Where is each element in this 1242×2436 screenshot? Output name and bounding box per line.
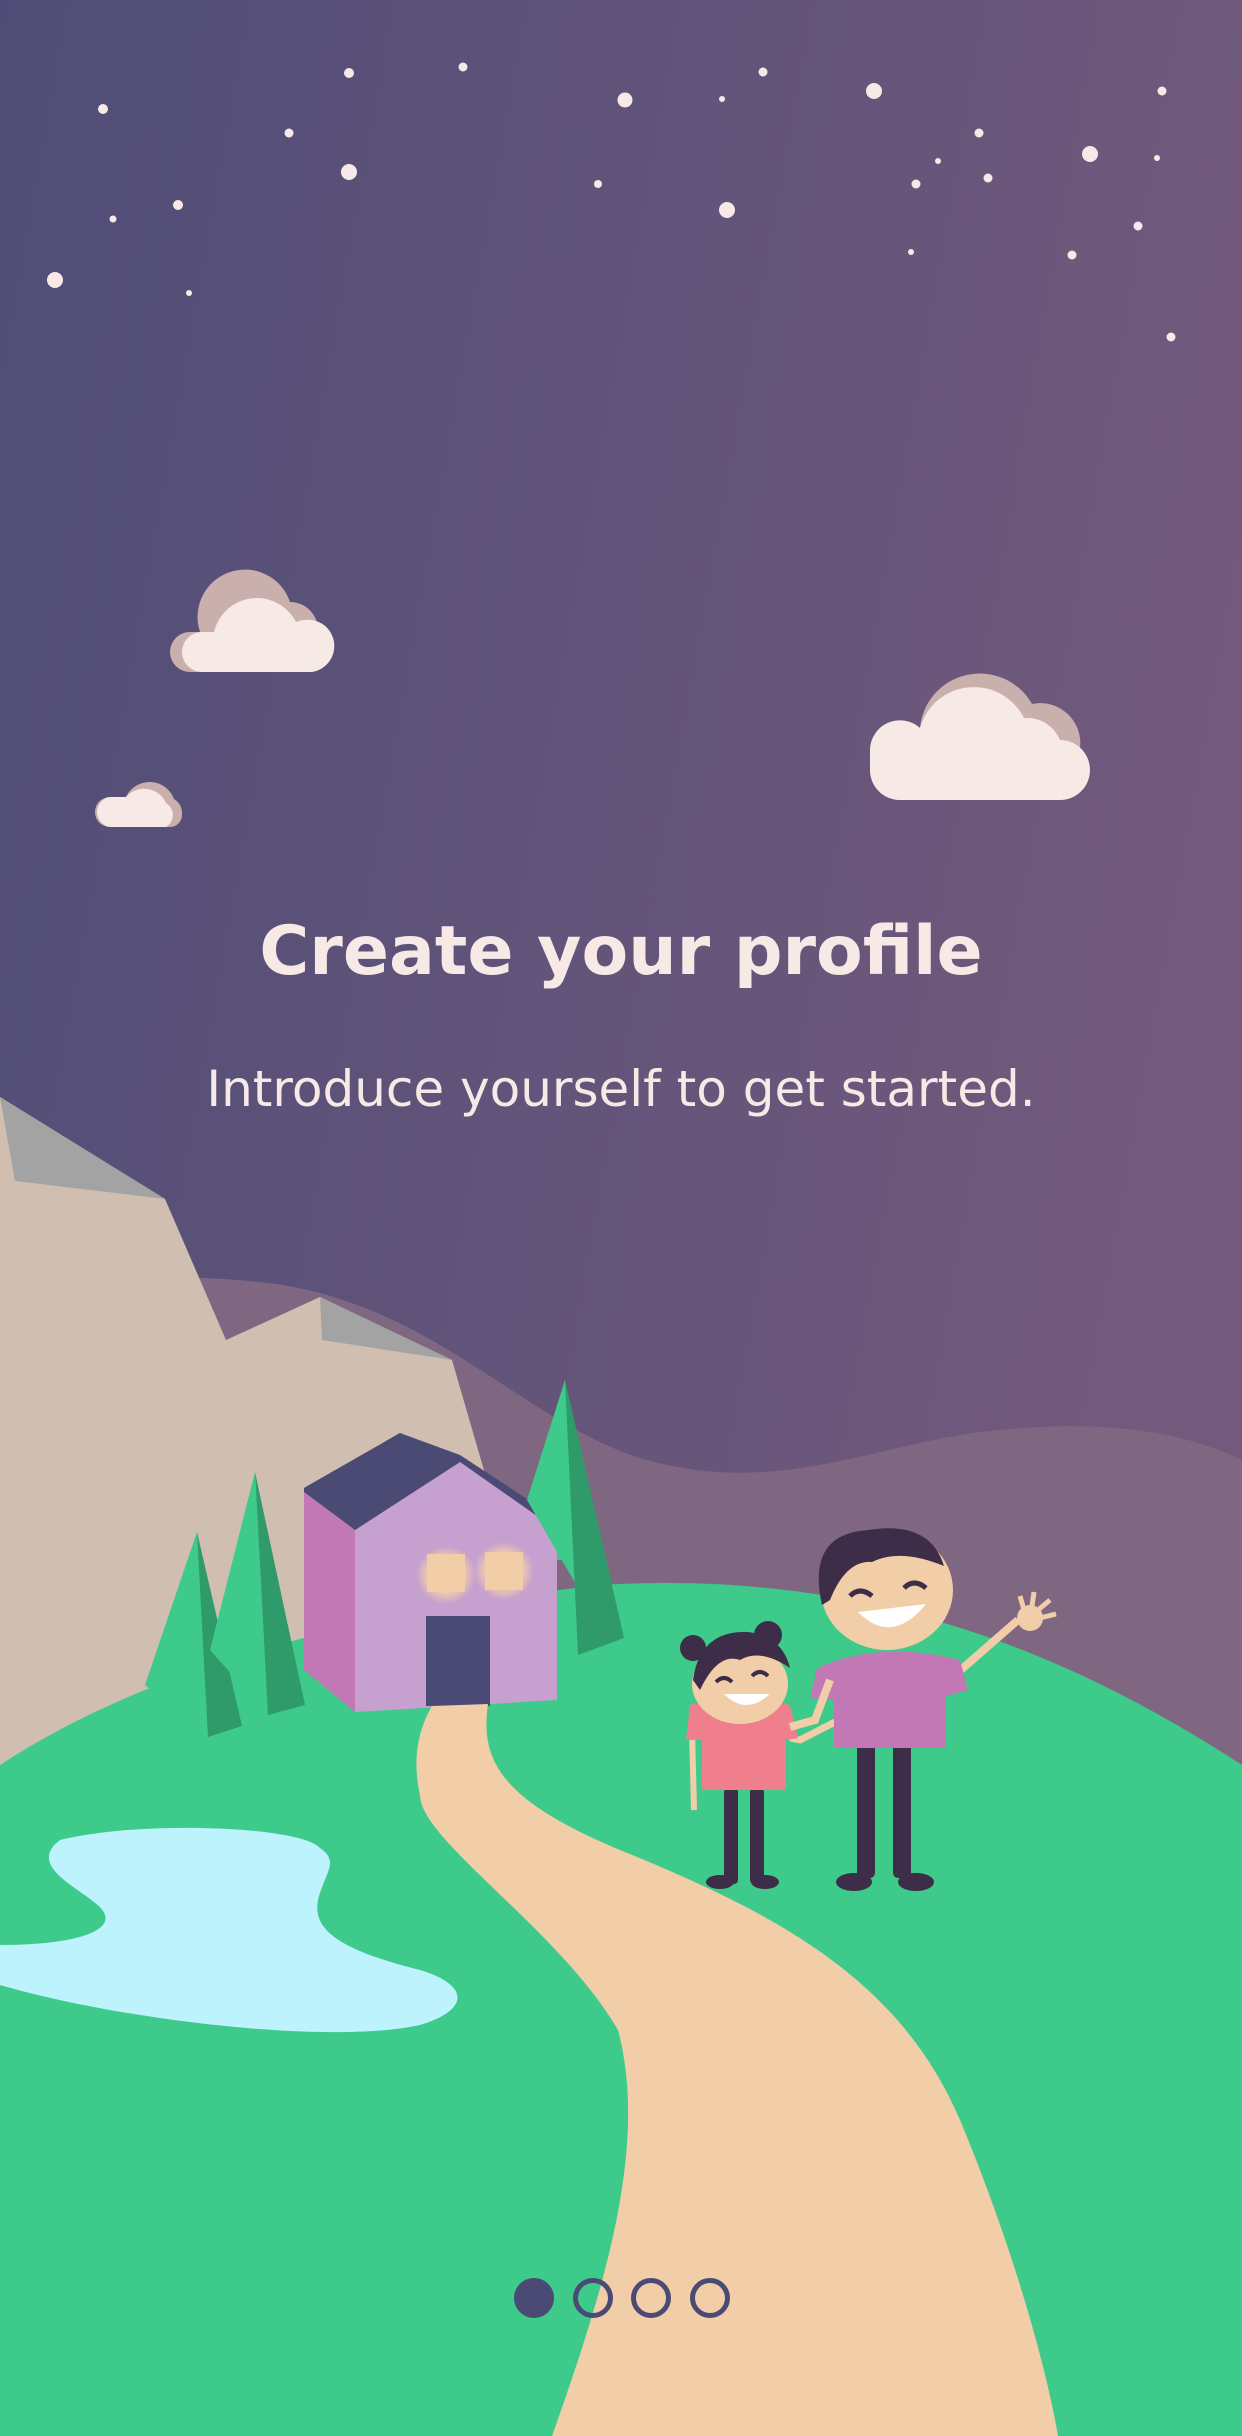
page-dot-2[interactable]: [573, 2278, 613, 2318]
page-dot-1[interactable]: [514, 2278, 554, 2318]
page-dot-3[interactable]: [631, 2278, 671, 2318]
house-window-left: [427, 1554, 465, 1592]
onboarding-screen: Create your profile Introduce yourself t…: [0, 0, 1242, 2436]
illustration-scene: [0, 0, 1242, 2436]
page-dot-4[interactable]: [690, 2278, 730, 2318]
house-window-right: [485, 1552, 523, 1590]
onboarding-subtitle: Introduce yourself to get started.: [206, 1060, 1036, 1118]
house-door: [426, 1616, 490, 1706]
onboarding-title: Create your profile: [259, 912, 983, 991]
page-indicator: [0, 2278, 1242, 2318]
